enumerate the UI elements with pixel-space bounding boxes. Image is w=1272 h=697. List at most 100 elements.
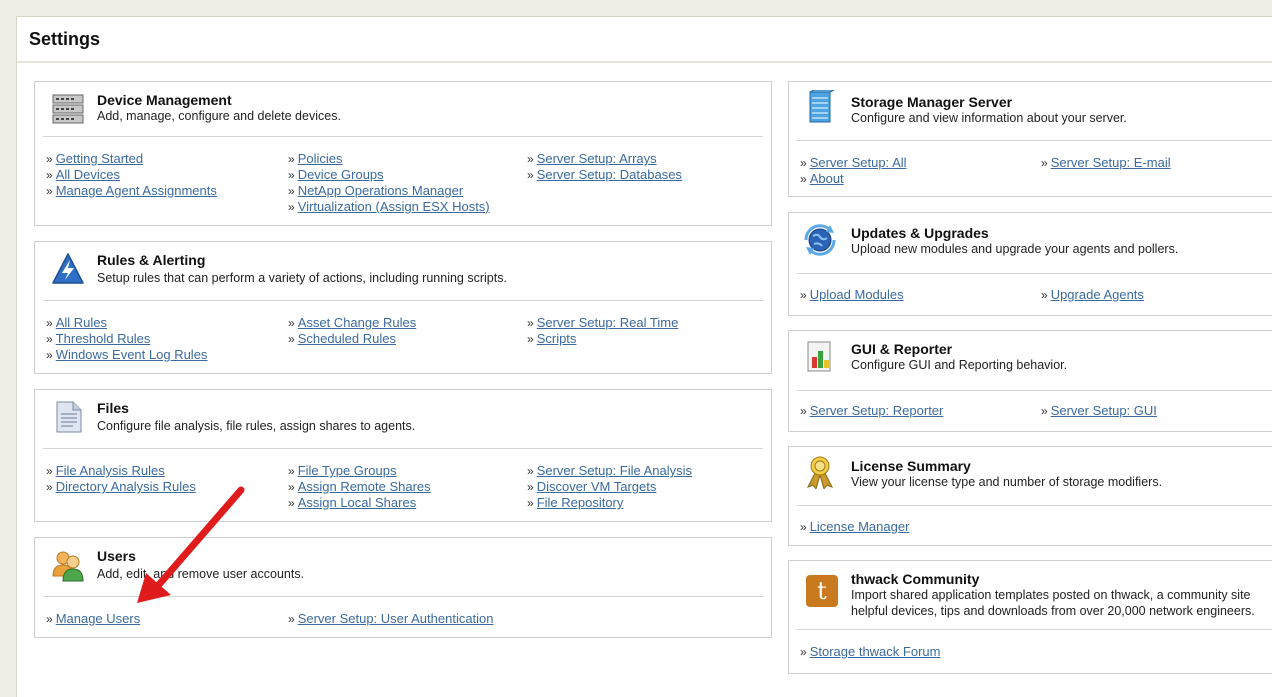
- alert-lightning-icon: [52, 253, 84, 284]
- link-item[interactable]: » Server Setup: All: [800, 155, 907, 171]
- report-chart-icon: [807, 341, 831, 372]
- panel-description: Configure GUI and Reporting behavior.: [851, 358, 1068, 372]
- link-assign-local-shares[interactable]: Assign Local Shares: [298, 495, 417, 510]
- link-item[interactable]: » File Repository: [527, 495, 623, 511]
- panel-gui-reporter: GUI & Reporter Configure GUI and Reporti…: [788, 330, 1272, 432]
- link-all-devices[interactable]: All Devices: [56, 167, 120, 182]
- link-scheduled-rules[interactable]: Scheduled Rules: [298, 331, 396, 346]
- link-storage-thwack-forum[interactable]: Storage thwack Forum: [810, 644, 941, 659]
- panel-title: License Summary: [851, 458, 971, 474]
- panel-description-line-2: helpful devices, tips and downloads from…: [851, 604, 1255, 618]
- panel-title: Device Management: [97, 92, 232, 108]
- link-item[interactable]: » Windows Event Log Rules: [46, 347, 207, 363]
- panel-title: Updates & Upgrades: [851, 225, 989, 241]
- link-scripts[interactable]: Scripts: [537, 331, 577, 346]
- link-item[interactable]: » Policies: [288, 151, 342, 167]
- link-item[interactable]: » Getting Started: [46, 151, 143, 167]
- link-item[interactable]: » Storage thwack Forum: [800, 644, 940, 660]
- divider: [797, 629, 1272, 630]
- link-item[interactable]: » All Devices: [46, 167, 120, 183]
- link-assign-remote-shares[interactable]: Assign Remote Shares: [298, 479, 431, 494]
- link-server-setup-email[interactable]: Server Setup: E-mail: [1051, 155, 1171, 170]
- link-server-setup-arrays[interactable]: Server Setup: Arrays: [537, 151, 657, 166]
- link-item[interactable]: » Server Setup: Arrays: [527, 151, 657, 167]
- link-about[interactable]: About: [810, 171, 844, 186]
- link-all-rules[interactable]: All Rules: [56, 315, 107, 330]
- link-item[interactable]: » File Type Groups: [288, 463, 396, 479]
- panel-description-line-1: Import shared application templates post…: [851, 588, 1251, 602]
- award-ribbon-icon: [806, 456, 834, 489]
- thwack-logo-icon: t: [806, 575, 838, 607]
- link-item[interactable]: » File Analysis Rules: [46, 463, 165, 479]
- panel-description: Setup rules that can perform a variety o…: [97, 271, 507, 285]
- link-item[interactable]: » All Rules: [46, 315, 107, 331]
- link-directory-analysis-rules[interactable]: Directory Analysis Rules: [56, 479, 196, 494]
- link-item[interactable]: » Directory Analysis Rules: [46, 479, 196, 495]
- link-item[interactable]: » License Manager: [800, 519, 909, 535]
- link-item[interactable]: » Server Setup: Reporter: [800, 403, 943, 419]
- link-server-setup-file-analysis[interactable]: Server Setup: File Analysis: [537, 463, 692, 478]
- divider: [797, 273, 1272, 274]
- document-icon: [56, 401, 82, 433]
- link-item[interactable]: » Server Setup: GUI: [1041, 403, 1157, 419]
- link-manage-users[interactable]: Manage Users: [56, 611, 141, 626]
- link-windows-event-log-rules[interactable]: Windows Event Log Rules: [56, 347, 208, 362]
- link-upgrade-agents[interactable]: Upgrade Agents: [1051, 287, 1144, 302]
- link-item[interactable]: » Upload Modules: [800, 287, 904, 303]
- link-item[interactable]: » Scheduled Rules: [288, 331, 396, 347]
- link-threshold-rules[interactable]: Threshold Rules: [56, 331, 151, 346]
- panel-updates-upgrades: Updates & Upgrades Upload new modules an…: [788, 212, 1272, 316]
- link-server-setup-reporter[interactable]: Server Setup: Reporter: [810, 403, 944, 418]
- divider: [43, 300, 763, 301]
- panel-users: Users Add, edit, and remove user account…: [34, 537, 772, 638]
- link-item[interactable]: » Manage Agent Assignments: [46, 183, 217, 199]
- panel-title: Files: [97, 400, 129, 416]
- users-icon: [52, 551, 84, 582]
- link-item[interactable]: » Threshold Rules: [46, 331, 150, 347]
- panel-thwack-community: t thwack Community Import shared applica…: [788, 560, 1272, 674]
- link-item[interactable]: » NetApp Operations Manager: [288, 183, 463, 199]
- link-server-setup-real-time[interactable]: Server Setup: Real Time: [537, 315, 679, 330]
- panel-description: Configure and view information about you…: [851, 111, 1127, 125]
- link-policies[interactable]: Policies: [298, 151, 343, 166]
- link-server-setup-gui[interactable]: Server Setup: GUI: [1051, 403, 1157, 418]
- link-file-type-groups[interactable]: File Type Groups: [298, 463, 397, 478]
- link-asset-change-rules[interactable]: Asset Change Rules: [298, 315, 417, 330]
- link-item[interactable]: » Scripts: [527, 331, 576, 347]
- link-server-setup-all[interactable]: Server Setup: All: [810, 155, 907, 170]
- panel-title: Users: [97, 548, 136, 564]
- link-item[interactable]: » Asset Change Rules: [288, 315, 416, 331]
- link-item[interactable]: » About: [800, 171, 844, 187]
- link-device-groups[interactable]: Device Groups: [298, 167, 384, 182]
- link-server-setup-databases[interactable]: Server Setup: Databases: [537, 167, 682, 182]
- divider: [797, 140, 1272, 141]
- link-discover-vm-targets[interactable]: Discover VM Targets: [537, 479, 657, 494]
- link-file-repository[interactable]: File Repository: [537, 495, 624, 510]
- link-item[interactable]: » Manage Users: [46, 611, 140, 627]
- link-upload-modules[interactable]: Upload Modules: [810, 287, 904, 302]
- link-item[interactable]: » Server Setup: User Authentication: [288, 611, 494, 627]
- link-server-setup-user-authentication[interactable]: Server Setup: User Authentication: [298, 611, 494, 626]
- link-netapp-operations-manager[interactable]: NetApp Operations Manager: [298, 183, 463, 198]
- link-file-analysis-rules[interactable]: File Analysis Rules: [56, 463, 165, 478]
- panel-title: Rules & Alerting: [97, 252, 206, 268]
- panel-description: Add, manage, configure and delete device…: [97, 109, 341, 123]
- link-virtualization[interactable]: Virtualization (Assign ESX Hosts): [298, 199, 490, 214]
- link-item[interactable]: » Virtualization (Assign ESX Hosts): [288, 199, 490, 215]
- link-getting-started[interactable]: Getting Started: [56, 151, 143, 166]
- title-bar: Settings: [17, 17, 1272, 63]
- link-item[interactable]: » Server Setup: Databases: [527, 167, 682, 183]
- divider: [797, 505, 1272, 506]
- link-item[interactable]: » Discover VM Targets: [527, 479, 656, 495]
- link-item[interactable]: » Server Setup: Real Time: [527, 315, 678, 331]
- link-item[interactable]: » Device Groups: [288, 167, 384, 183]
- link-item[interactable]: » Assign Local Shares: [288, 495, 416, 511]
- link-item[interactable]: » Upgrade Agents: [1041, 287, 1144, 303]
- panel-description: Configure file analysis, file rules, ass…: [97, 419, 416, 433]
- link-item[interactable]: » Server Setup: E-mail: [1041, 155, 1171, 171]
- link-item[interactable]: » Assign Remote Shares: [288, 479, 431, 495]
- link-manage-agent-assignments[interactable]: Manage Agent Assignments: [56, 183, 217, 198]
- link-license-manager[interactable]: License Manager: [810, 519, 910, 534]
- panel-description: Upload new modules and upgrade your agen…: [851, 242, 1179, 256]
- link-item[interactable]: » Server Setup: File Analysis: [527, 463, 692, 479]
